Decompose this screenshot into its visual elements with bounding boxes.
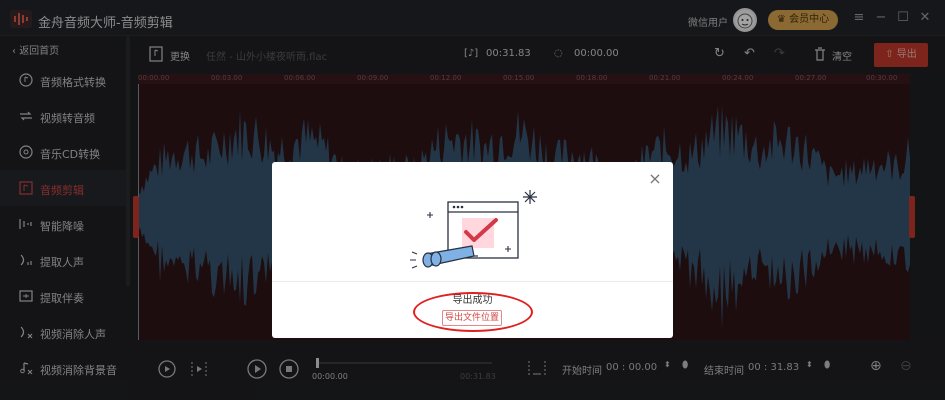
dialog-divider xyxy=(272,281,673,282)
highlight-annotation xyxy=(413,292,533,332)
export-success-illustration xyxy=(410,190,537,269)
close-icon[interactable]: × xyxy=(648,171,662,187)
